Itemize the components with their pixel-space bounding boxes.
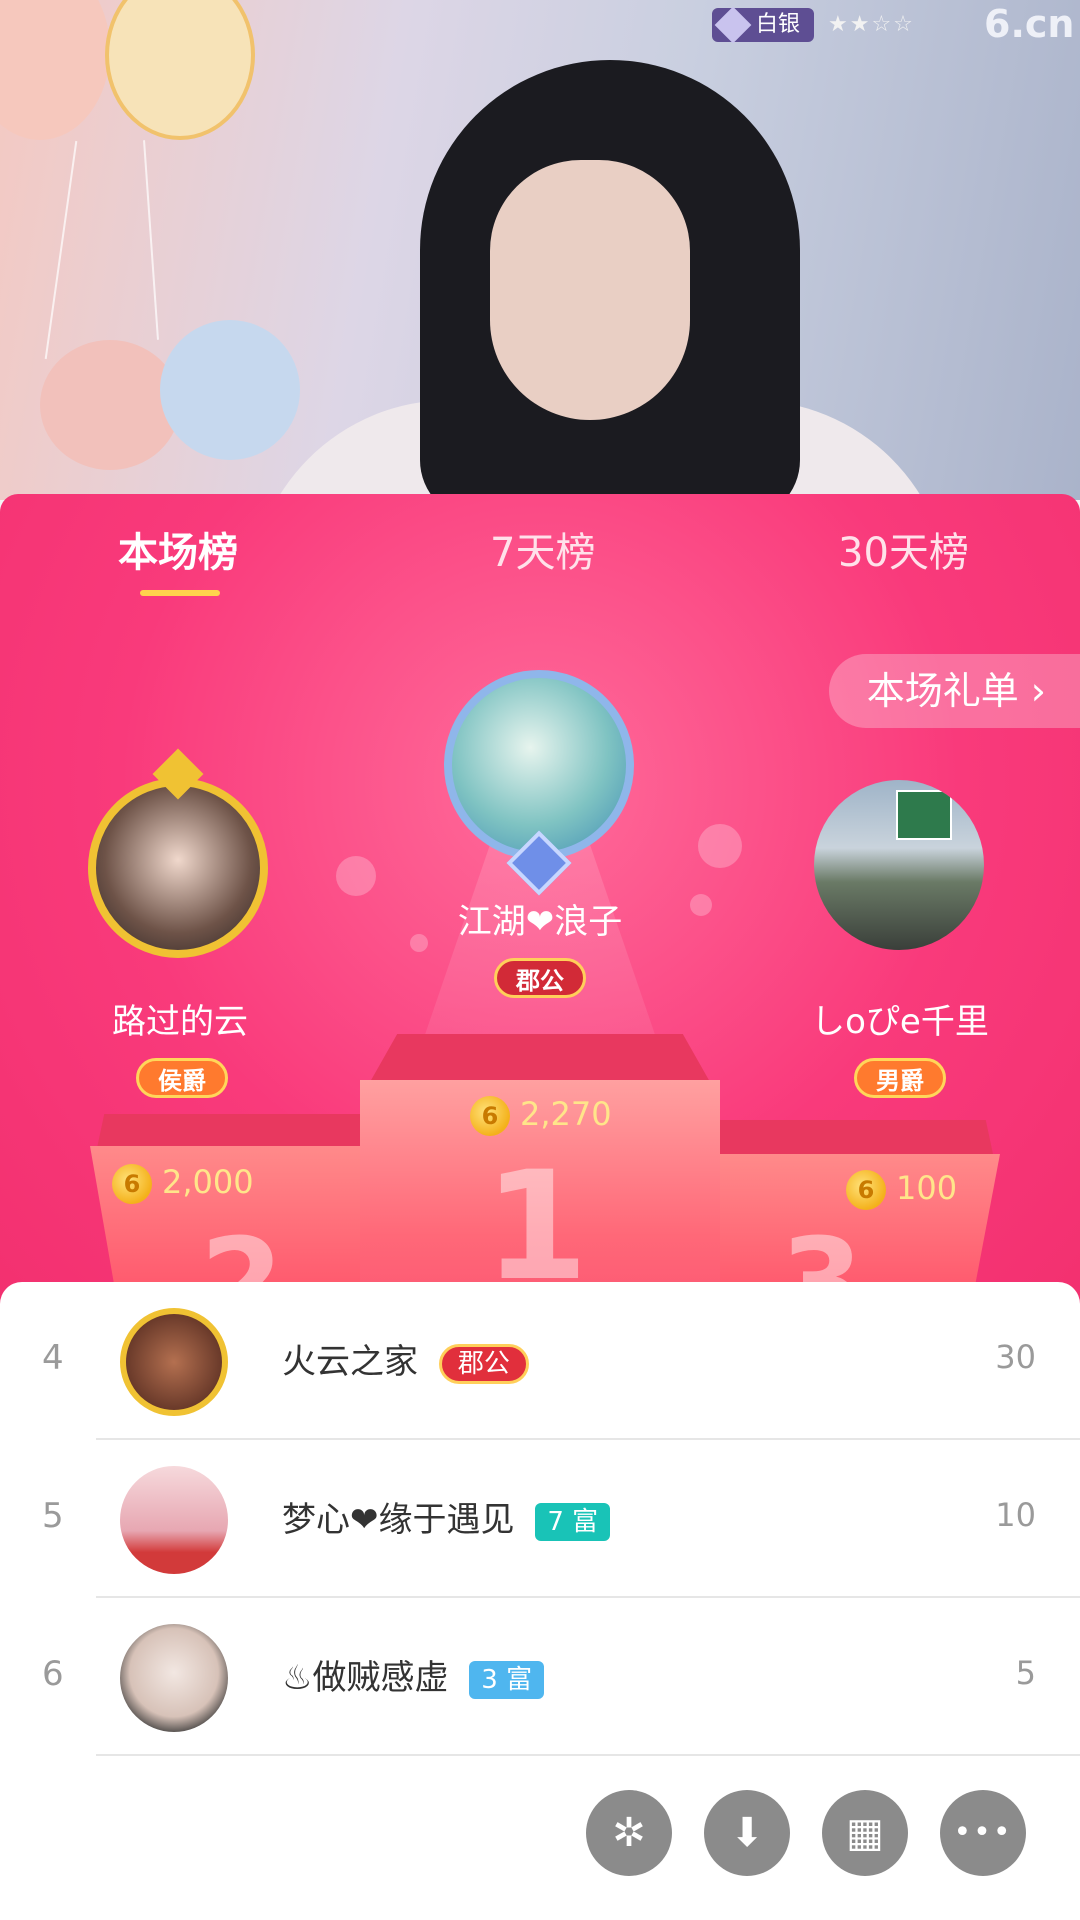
balloon-decoration (0, 0, 110, 140)
third-place-title-badge: 男爵 (854, 1058, 946, 1098)
row-rank: 6 (42, 1654, 64, 1694)
ranking-tabs: 本场榜 7天榜 30天榜 (0, 494, 1080, 604)
tab-7-days[interactable]: 7天榜 (490, 520, 595, 578)
row-value: 30 (995, 1338, 1036, 1376)
podium-1-top (370, 1034, 710, 1082)
list-item[interactable]: 5 梦心❤缘于遇见 7 富 10 (0, 1440, 1080, 1598)
row-name-text: 梦心❤缘于遇见 (282, 1500, 515, 1540)
row-avatar[interactable] (120, 1466, 228, 1574)
balloon-decoration (40, 340, 180, 470)
row-name-text: ♨做贼感虚 (282, 1658, 449, 1698)
streamer-face (490, 160, 690, 420)
download-button[interactable]: ⬇ (704, 1790, 790, 1876)
second-place-name: 路过的云 (112, 1002, 248, 1042)
row-name: ♨做贼感虚 3 富 (282, 1650, 545, 1699)
row-avatar[interactable] (120, 1308, 228, 1416)
wealth-level-badge: 7 富 (535, 1502, 611, 1541)
second-place-title-badge: 侯爵 (136, 1058, 228, 1098)
sparkle-button[interactable]: ✲ (586, 1790, 672, 1876)
second-place-coins: 6 2,000 (112, 1160, 254, 1204)
more-button[interactable]: ••• (940, 1790, 1026, 1876)
list-item[interactable]: 4 火云之家 郡公 30 (0, 1282, 1080, 1440)
list-item[interactable]: 6 ♨做贼感虚 3 富 5 (0, 1598, 1080, 1756)
second-place-coin-value: 2,000 (162, 1163, 254, 1201)
wealth-level-badge: 3 富 (469, 1660, 545, 1699)
coin-icon: 6 (112, 1164, 152, 1204)
first-place-title-badge: 郡公 (494, 958, 586, 998)
live-video-stream[interactable]: 白银 ★★☆☆ 6.cn (0, 0, 1080, 500)
diamond-icon (714, 6, 752, 44)
site-logo: 6.cn (984, 2, 1075, 46)
first-place-coins: 6 2,270 (470, 1092, 612, 1136)
star-rating: ★★☆☆ (828, 12, 915, 37)
road-sign (896, 790, 952, 840)
third-place-name: しoぴe千里 (811, 1002, 989, 1042)
grid-button[interactable]: ▦ (822, 1790, 908, 1876)
row-name-text: 火云之家 (282, 1342, 418, 1382)
active-tab-indicator (140, 590, 220, 596)
row-rank: 5 (42, 1496, 64, 1536)
sparkle-icon: ✲ (612, 1810, 646, 1856)
third-place-avatar[interactable] (814, 780, 984, 950)
row-value: 10 (995, 1496, 1036, 1534)
balloon-decoration (105, 0, 255, 140)
row-divider (96, 1754, 1080, 1756)
bubble-decoration (698, 824, 742, 868)
row-avatar[interactable] (120, 1624, 228, 1732)
third-place-coins: 6 100 (846, 1166, 957, 1210)
download-icon: ⬇ (730, 1810, 764, 1856)
grid-icon: ▦ (846, 1810, 884, 1856)
balloon-decoration (160, 320, 300, 460)
noble-title-badge: 郡公 (438, 1343, 529, 1384)
coin-icon: 6 (470, 1096, 510, 1136)
gift-list-button[interactable]: 本场礼单 › (828, 654, 1080, 728)
second-place-avatar[interactable] (88, 778, 268, 958)
ranking-panel: 本场榜 7天榜 30天榜 本场礼单 › 2 3 1 江湖❤浪子 郡公 6 2,27… (0, 494, 1080, 1324)
bubble-decoration (336, 856, 376, 896)
ranking-list[interactable]: 4 火云之家 郡公 30 5 梦心❤缘于遇见 7 富 10 6 ♨做贼感虚 3 … (0, 1282, 1080, 1920)
third-place-coin-value: 100 (896, 1169, 958, 1207)
more-icon: ••• (953, 1815, 1013, 1850)
tab-this-session[interactable]: 本场榜 (118, 520, 238, 578)
tab-30-days[interactable]: 30天榜 (838, 520, 969, 578)
row-name: 火云之家 郡公 (282, 1334, 529, 1384)
balloon-string (44, 140, 78, 360)
first-place-coin-value: 2,270 (520, 1095, 612, 1133)
balloon-string (143, 140, 159, 340)
row-name: 梦心❤缘于遇见 7 富 (282, 1492, 611, 1541)
row-rank: 4 (42, 1338, 64, 1378)
first-place-name: 江湖❤浪子 (457, 902, 623, 942)
level-badge-label: 白银 (756, 12, 801, 37)
level-badge: 白银 (712, 6, 815, 44)
row-value: 5 (1015, 1654, 1036, 1692)
coin-icon: 6 (846, 1170, 886, 1210)
